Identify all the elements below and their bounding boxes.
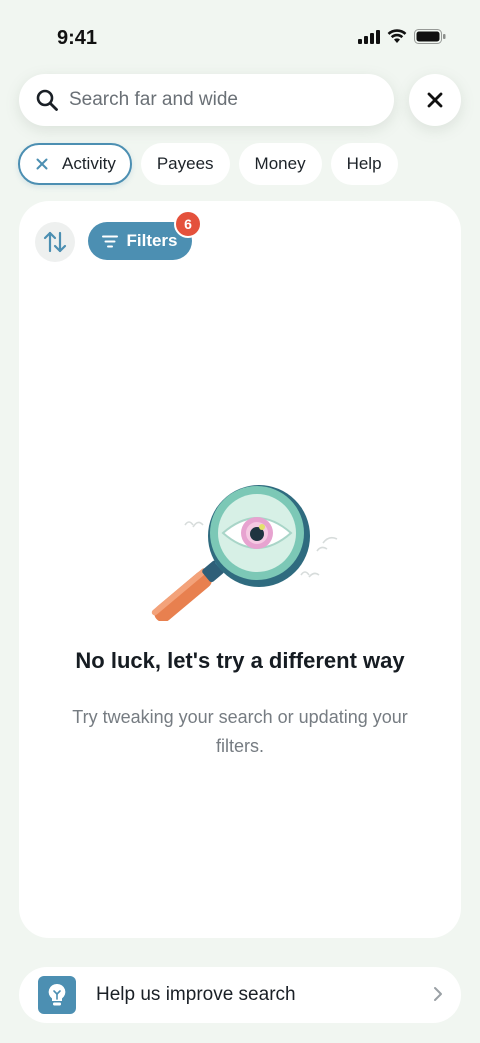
filter-lines-icon [102, 235, 119, 247]
close-search-button[interactable] [409, 74, 461, 126]
chip-payees[interactable]: Payees [140, 143, 230, 185]
battery-icon [414, 29, 446, 44]
status-icons [358, 29, 446, 44]
filters-label: Filters [126, 231, 178, 250]
sort-arrows-icon [43, 231, 67, 253]
chip-activity[interactable]: Activity [18, 143, 132, 185]
results-card: Filters 6 No luck, let's try a different… [19, 201, 461, 938]
remove-chip-icon[interactable] [36, 158, 48, 170]
sort-button[interactable] [35, 222, 75, 262]
chip-money[interactable]: Money [238, 143, 322, 185]
filters-count-badge: 6 [174, 210, 202, 238]
chip-help[interactable]: Help [330, 143, 398, 185]
empty-state-subtitle: Try tweaking your search or updating you… [72, 707, 408, 756]
category-chips: Activity Payees Money Help [18, 143, 398, 185]
search-input[interactable] [69, 89, 369, 111]
status-time: 9:41 [57, 27, 98, 49]
search-icon [36, 89, 58, 111]
chip-label: Money [254, 154, 306, 173]
magnifying-glass-eye-icon [151, 485, 338, 621]
wifi-icon [387, 29, 407, 43]
cellular-signal-icon [358, 29, 380, 44]
chip-label: Help [346, 154, 382, 173]
close-icon [427, 92, 443, 108]
status-bar: 9:41 [0, 0, 480, 72]
chevron-right-icon [434, 987, 442, 1001]
chip-label: Payees [156, 154, 214, 173]
empty-state-title: No luck, let's try a different way [75, 648, 405, 673]
search-box[interactable] [19, 74, 394, 126]
improve-search-banner[interactable]: Help us improve search [19, 967, 461, 1023]
search-row [19, 74, 461, 126]
improve-search-label: Help us improve search [96, 984, 296, 1005]
chip-label: Activity [62, 154, 116, 173]
lightbulb-icon [38, 976, 76, 1014]
